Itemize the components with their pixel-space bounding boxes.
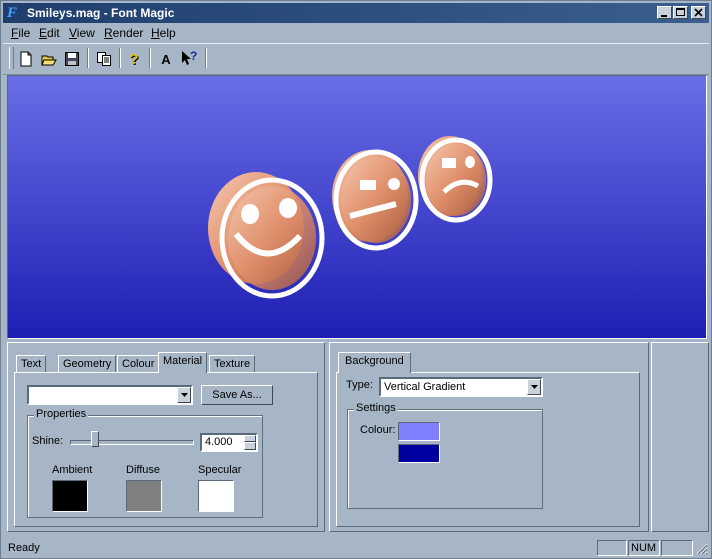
shine-step-up[interactable] <box>244 435 256 442</box>
menu-view[interactable]: View <box>69 26 95 40</box>
status-pane-scroll <box>661 540 693 556</box>
menu-render[interactable]: Render <box>104 26 143 40</box>
specular-label: Specular <box>198 464 242 476</box>
status-pane-caps <box>597 540 627 556</box>
type-label: Type: <box>346 379 373 391</box>
background-tab-body: Type: Vertical Gradient Settings Colour: <box>336 372 640 527</box>
minimize-icon <box>661 15 667 17</box>
material-tab-body: Save As... Properties Shine: 4.000 Ambie… <box>14 372 318 527</box>
side-panel <box>651 342 709 532</box>
properties-group: Properties Shine: 4.000 Ambient Diffuse … <box>27 408 263 518</box>
tab-geometry[interactable]: Geometry <box>58 355 117 373</box>
window-title: Smileys.mag - Font Magic <box>27 6 175 20</box>
save-disk-icon <box>65 52 79 66</box>
help-icon: ? <box>129 50 139 68</box>
toolbar-separator <box>87 48 89 68</box>
tab-background[interactable]: Background <box>338 352 411 373</box>
copy-button[interactable] <box>93 48 115 70</box>
new-button[interactable] <box>15 48 37 70</box>
app-icon[interactable]: F <box>7 5 21 21</box>
shine-slider-track[interactable] <box>70 440 194 445</box>
tab-colour[interactable]: Colour <box>117 355 160 373</box>
smiley-neutral <box>332 149 419 251</box>
close-icon <box>694 8 703 17</box>
close-button[interactable] <box>691 6 706 19</box>
smiley-frown <box>418 136 493 223</box>
maximize-button[interactable] <box>673 6 688 19</box>
chevron-down-icon <box>530 385 538 389</box>
toolbar-separator <box>119 48 121 68</box>
toolbar-separator <box>149 48 151 68</box>
context-help-button[interactable]: ? <box>178 48 200 70</box>
type-select-value: Vertical Gradient <box>384 381 466 393</box>
menu-file[interactable]: File <box>11 26 30 40</box>
settings-label: Settings <box>354 402 398 414</box>
title-bar[interactable]: F Smileys.mag - Font Magic <box>3 3 709 23</box>
tab-texture[interactable]: Texture <box>209 355 256 373</box>
specular-color-swatch[interactable] <box>198 480 234 512</box>
settings-group: Settings Colour: <box>347 402 543 509</box>
diffuse-color-swatch[interactable] <box>126 480 162 512</box>
shine-step-down[interactable] <box>244 442 256 450</box>
chevron-down-icon <box>180 393 188 397</box>
ambient-color-swatch[interactable] <box>52 480 88 512</box>
text-button[interactable]: A <box>155 48 177 70</box>
open-folder-icon <box>41 55 57 66</box>
status-text: Ready <box>8 542 40 554</box>
status-bar: Ready NUM <box>3 538 709 558</box>
open-button[interactable] <box>38 48 60 70</box>
copy-icon <box>97 52 111 66</box>
menu-edit[interactable]: Edit <box>39 26 60 40</box>
colour-label: Colour: <box>360 424 396 436</box>
tab-text[interactable]: Text <box>16 355 47 373</box>
render-viewport[interactable] <box>7 75 707 339</box>
menu-bar: File Edit View Render Help <box>3 24 709 42</box>
main-window: F Smileys.mag - Font Magic File Edit Vie… <box>0 0 712 559</box>
tab-material[interactable]: Material <box>158 352 208 373</box>
shine-slider-thumb[interactable] <box>90 431 99 447</box>
dropdown-arrow[interactable] <box>527 379 541 395</box>
new-file-icon <box>20 51 32 67</box>
shine-value: 4.000 <box>205 436 233 448</box>
status-pane-num: NUM <box>628 540 660 556</box>
properties-label: Properties <box>34 408 89 420</box>
help-button[interactable]: ? <box>123 48 145 70</box>
maximize-icon <box>676 8 685 16</box>
question-mark-glyph: ? <box>190 49 198 63</box>
shine-value-stepper[interactable]: 4.000 <box>200 433 258 452</box>
toolbar: ? A ? <box>3 43 709 75</box>
material-select[interactable] <box>27 385 193 405</box>
save-as-button[interactable]: Save As... <box>201 385 273 405</box>
resize-grip-icon[interactable] <box>695 542 708 555</box>
gradient-top-colour-swatch[interactable] <box>398 422 440 441</box>
type-select[interactable]: Vertical Gradient <box>379 377 543 397</box>
menu-help[interactable]: Help <box>151 26 176 40</box>
gradient-bottom-colour-swatch[interactable] <box>398 444 440 463</box>
minimize-button[interactable] <box>657 6 672 19</box>
toolbar-separator <box>205 48 207 68</box>
render-canvas[interactable] <box>8 76 706 338</box>
text-icon: A <box>161 51 171 67</box>
save-button[interactable] <box>61 48 83 70</box>
right-panel: Background Type: Vertical Gradient Setti… <box>329 342 649 532</box>
shine-label: Shine: <box>32 435 64 447</box>
ambient-label: Ambient <box>52 464 93 476</box>
dropdown-arrow[interactable] <box>177 387 191 403</box>
toolbar-grip[interactable] <box>9 47 14 69</box>
diffuse-label: Diffuse <box>126 464 161 476</box>
left-panel: Text Geometry Colour Material Texture Sa… <box>7 342 325 532</box>
